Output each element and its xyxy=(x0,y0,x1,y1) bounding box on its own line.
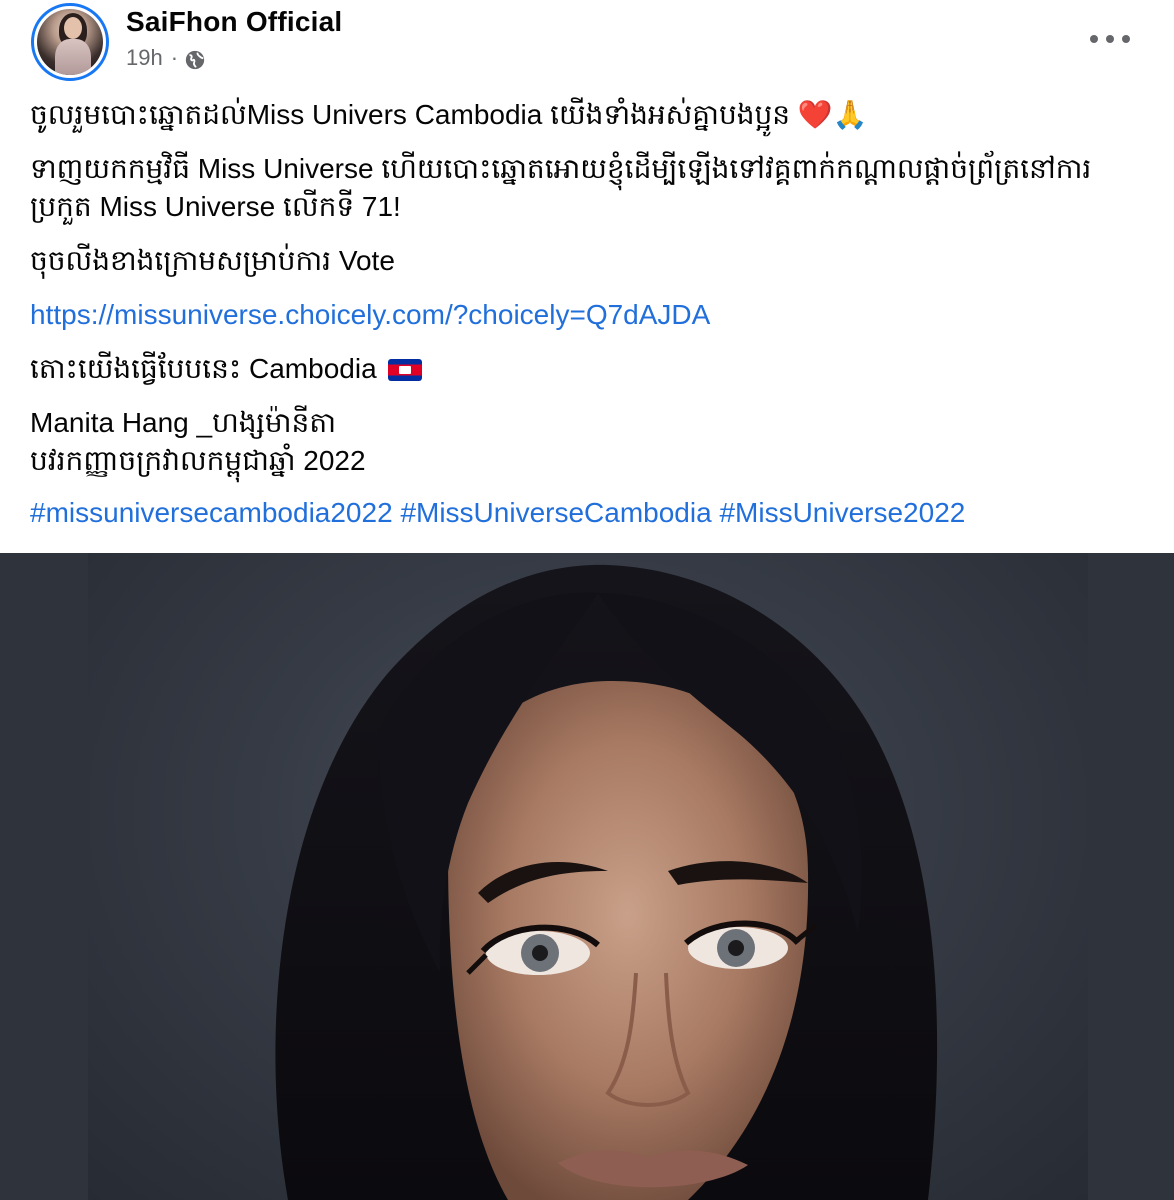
author-name[interactable]: SaiFhon Official xyxy=(126,6,342,38)
post-text: ចូលរួមបោះឆ្នោតដល់Miss Univers Cambodia យ… xyxy=(30,96,1140,548)
post-line-1: ចូលរួមបោះឆ្នោតដល់Miss Univers Cambodia យ… xyxy=(30,96,1140,134)
avatar-face xyxy=(64,17,82,39)
hashtag-link[interactable]: #missuniversecambodia2022 xyxy=(30,497,393,528)
author-avatar[interactable] xyxy=(31,3,109,81)
avatar-photo xyxy=(37,9,103,75)
globe-icon[interactable] xyxy=(184,49,206,71)
portrait-illustration xyxy=(275,564,938,1200)
post-line-2: ទាញយកកម្មវិធី Miss Universe ហើយបោះឆ្នោតអ… xyxy=(30,153,1092,222)
more-dot-icon xyxy=(1090,35,1098,43)
more-dot-icon xyxy=(1106,35,1114,43)
portrait-image xyxy=(88,553,1088,1200)
post-photo[interactable] xyxy=(0,553,1174,1200)
vote-link-row: https://missuniverse.choicely.com/?choic… xyxy=(30,296,1140,334)
meta-separator: · xyxy=(170,45,179,70)
post-meta: 19h · xyxy=(126,45,206,71)
facebook-post: SaiFhon Official 19h · ចូលរួមបោះឆ្នោតដល់… xyxy=(0,0,1174,1200)
vote-link[interactable]: https://missuniverse.choicely.com/?choic… xyxy=(30,299,710,330)
signature-name: Manita Hang _ហង្សម៉ានីតា xyxy=(30,407,336,438)
post-line-1-text: ចូលរួមបោះឆ្នោតដល់Miss Univers Cambodia យ… xyxy=(30,99,791,130)
post-line-3: ចុចលីងខាងក្រោមសម្រាប់ការ Vote xyxy=(30,245,395,276)
photo-margin-right xyxy=(1088,553,1174,1200)
hashtag-link[interactable]: #MissUniverseCambodia xyxy=(400,497,711,528)
hashtags: #missuniversecambodia2022 #MissUniverseC… xyxy=(30,494,1140,532)
hashtag-link[interactable]: #MissUniverse2022 xyxy=(719,497,965,528)
more-dot-icon xyxy=(1122,35,1130,43)
post-header: SaiFhon Official 19h · xyxy=(0,0,1174,90)
post-line-4: តោះយើងធ្វើបែបនេះ Cambodia xyxy=(30,350,1140,388)
more-options-button[interactable] xyxy=(1090,24,1130,54)
heart-pray-emoji-icon: ❤️🙏 xyxy=(797,98,868,131)
signature: Manita Hang _ហង្សម៉ានីតា បវរកញ្ញាចក្រវាល… xyxy=(30,404,1140,480)
photo-margin-left xyxy=(0,553,88,1200)
avatar-dress xyxy=(55,39,91,75)
post-line-4-text: តោះយើងធ្វើបែបនេះ Cambodia xyxy=(30,353,377,384)
post-time[interactable]: 19h xyxy=(126,45,163,71)
cambodia-flag-icon xyxy=(388,359,423,381)
signature-title: បវរកញ្ញាចក្រវាលកម្ពុជាឆ្នាំ 2022 xyxy=(30,445,366,476)
